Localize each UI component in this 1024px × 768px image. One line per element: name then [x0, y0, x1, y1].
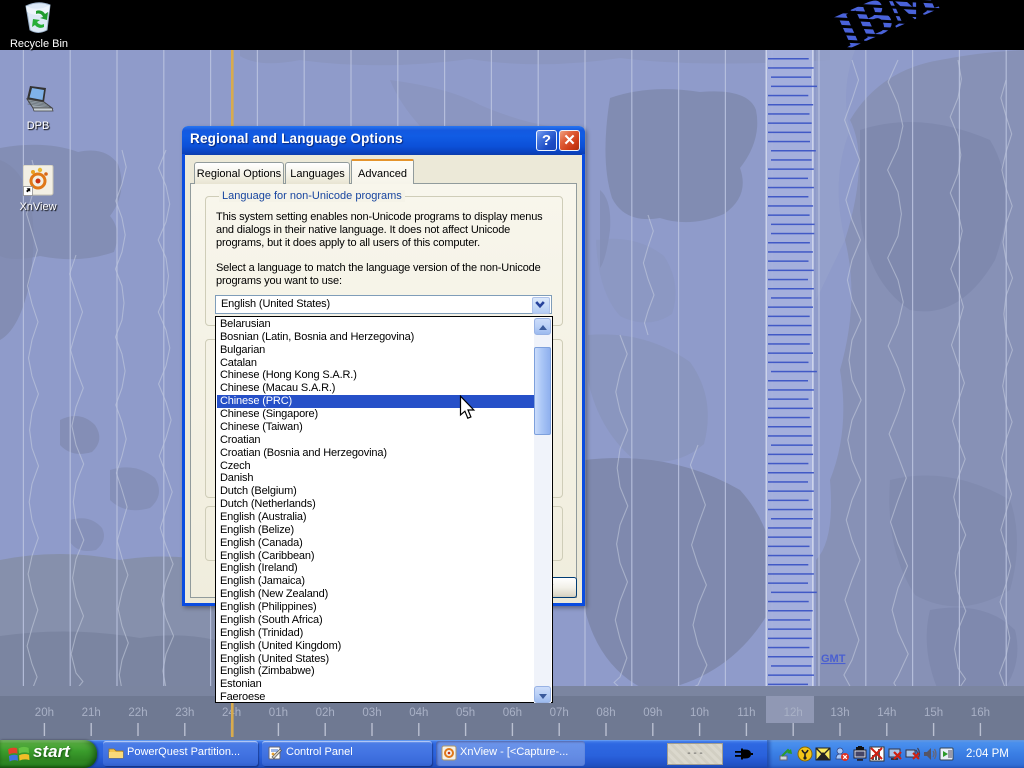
svg-text:23h: 23h	[175, 707, 194, 719]
svg-text:22h: 22h	[128, 707, 147, 719]
svg-text:07h: 07h	[550, 707, 569, 719]
svg-text:11h: 11h	[737, 707, 755, 719]
svg-text:03h: 03h	[362, 707, 381, 719]
svg-text:12h: 12h	[784, 707, 803, 719]
svg-text:09h: 09h	[643, 707, 662, 719]
svg-text:20h: 20h	[35, 707, 54, 719]
svg-text:15h: 15h	[924, 707, 943, 719]
svg-text:01h: 01h	[269, 707, 288, 719]
svg-text:10h: 10h	[690, 707, 709, 719]
svg-text:GMT: GMT	[821, 653, 846, 665]
svg-text:02h: 02h	[316, 707, 335, 719]
svg-text:IBM: IBM	[827, 0, 945, 50]
svg-text:21h: 21h	[82, 707, 101, 719]
svg-text:08h: 08h	[596, 707, 615, 719]
svg-text:05h: 05h	[456, 707, 475, 719]
svg-text:13h: 13h	[830, 707, 849, 719]
svg-text:14h: 14h	[877, 707, 896, 719]
svg-text:06h: 06h	[503, 707, 522, 719]
svg-text:04h: 04h	[409, 707, 428, 719]
svg-text:16h: 16h	[971, 707, 990, 719]
